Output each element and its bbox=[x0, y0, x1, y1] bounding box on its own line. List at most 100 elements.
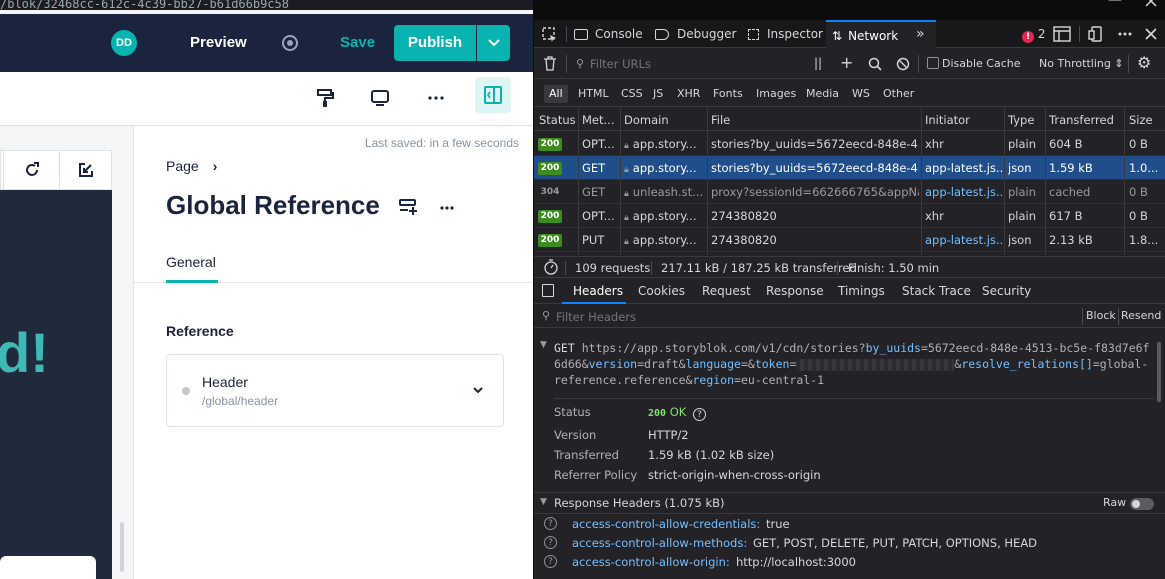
publish-button[interactable]: Publish bbox=[394, 25, 476, 61]
col-domain[interactable]: Domain bbox=[624, 113, 669, 127]
lock-icon: 🔒︎ bbox=[624, 237, 629, 247]
request-url[interactable]: GET https://app.storyblok.com/v1/cdn/sto… bbox=[554, 340, 1154, 388]
block-button[interactable]: Block bbox=[1086, 309, 1116, 322]
save-button[interactable]: Save bbox=[340, 34, 375, 51]
help-icon[interactable]: ? bbox=[544, 555, 557, 568]
type-filter-ws[interactable]: WS bbox=[847, 85, 875, 103]
tab-response[interactable]: Response bbox=[766, 284, 824, 298]
header-row[interactable]: ? access-control-allow-methods: GET, POST,… bbox=[534, 534, 1165, 553]
type-filter-html[interactable]: HTML bbox=[573, 85, 614, 103]
column-divider[interactable] bbox=[1004, 108, 1005, 255]
col-type[interactable]: Type bbox=[1008, 113, 1034, 127]
avatar[interactable]: DD bbox=[111, 30, 137, 56]
element-picker-icon[interactable] bbox=[542, 27, 558, 43]
tab-timings[interactable]: Timings bbox=[838, 284, 885, 298]
trash-icon[interactable] bbox=[543, 56, 557, 71]
tab-cookies[interactable]: Cookies bbox=[638, 284, 685, 298]
type-filter-xhr[interactable]: XHR bbox=[672, 85, 705, 103]
block-icon[interactable] bbox=[896, 57, 910, 71]
more-icon[interactable] bbox=[440, 206, 454, 210]
column-divider[interactable] bbox=[620, 108, 621, 255]
error-badge[interactable]: ! 2 bbox=[1022, 20, 1045, 48]
cell-size: 0 B bbox=[1129, 185, 1164, 199]
close-icon[interactable] bbox=[1144, 27, 1158, 41]
publish-dropdown-button[interactable] bbox=[477, 25, 510, 61]
request-row[interactable]: 200 GET 🔒︎ app.story... stories?by_uuids=567… bbox=[534, 156, 1165, 180]
sidebar-toggle-button[interactable] bbox=[475, 77, 511, 113]
status-toggle-icon[interactable] bbox=[282, 35, 298, 51]
external-link-icon[interactable] bbox=[77, 161, 95, 179]
tab-console[interactable]: Console bbox=[574, 20, 643, 48]
col-size[interactable]: Size bbox=[1129, 113, 1153, 127]
disable-cache-checkbox[interactable]: Disable Cache bbox=[927, 57, 1021, 70]
scrollbar[interactable] bbox=[1157, 342, 1161, 402]
header-row[interactable]: ? access-control-allow-origin: http://loca… bbox=[534, 553, 1165, 572]
more-options-icon[interactable] bbox=[1118, 32, 1132, 36]
more-icon[interactable] bbox=[424, 86, 448, 110]
responsive-icon[interactable] bbox=[1088, 26, 1104, 42]
type-filter-fonts[interactable]: Fonts bbox=[708, 85, 748, 103]
paint-roller-icon[interactable] bbox=[313, 86, 337, 110]
filter-headers-input[interactable] bbox=[556, 308, 756, 325]
help-icon[interactable]: ? bbox=[544, 536, 557, 549]
help-icon[interactable]: ? bbox=[692, 408, 706, 421]
tab-inspector[interactable]: Inspector bbox=[748, 20, 823, 48]
minimize-icon[interactable]: — bbox=[1108, 0, 1122, 8]
tab-debugger[interactable]: Debugger bbox=[655, 20, 736, 48]
col-transferred[interactable]: Transferred bbox=[1049, 113, 1114, 127]
gear-icon[interactable]: ⚙ bbox=[1137, 53, 1151, 72]
column-divider[interactable] bbox=[1124, 108, 1125, 255]
column-divider[interactable] bbox=[1045, 108, 1046, 255]
col-file[interactable]: File bbox=[711, 113, 730, 127]
tab-stack-trace[interactable]: Stack Trace bbox=[902, 284, 971, 298]
dock-icon[interactable] bbox=[1053, 26, 1071, 42]
type-filter-other[interactable]: Other bbox=[878, 85, 919, 103]
pause-icon[interactable]: || bbox=[814, 56, 822, 70]
tab-security[interactable]: Security bbox=[982, 284, 1031, 298]
column-divider[interactable] bbox=[921, 108, 922, 255]
url-bar[interactable]: /blok/32468cc-612c-4c39-bb27-b61d66b9c58 bbox=[0, 0, 533, 10]
column-divider[interactable] bbox=[578, 108, 579, 255]
request-row[interactable]: 304 GET 🔒︎ unleash.st... proxy?sessionId=662… bbox=[534, 180, 1165, 204]
tab-request[interactable]: Request bbox=[702, 284, 751, 298]
cell-type: json bbox=[1008, 233, 1046, 247]
collapse-arrow-icon[interactable]: ▼ bbox=[540, 497, 547, 507]
search-icon[interactable] bbox=[868, 57, 882, 71]
expand-arrow-icon[interactable]: ▼ bbox=[540, 340, 547, 350]
header-row[interactable]: ? access-control-allow-credentials: true bbox=[534, 515, 1165, 534]
col-status[interactable]: Status bbox=[539, 113, 576, 127]
type-filter-js[interactable]: JS bbox=[648, 85, 668, 103]
type-filter-css[interactable]: CSS bbox=[616, 85, 648, 103]
request-row[interactable]: 200 PUT 🔒︎ app.story... 274380820 app-latest.… bbox=[534, 228, 1165, 252]
response-headers-bar[interactable]: ▼ Response Headers (1.075 kB) Raw bbox=[534, 492, 1165, 514]
toggle-sidebar-icon[interactable] bbox=[542, 284, 554, 297]
help-icon[interactable]: ? bbox=[544, 517, 557, 530]
tab-headers[interactable]: Headers bbox=[573, 284, 623, 298]
refresh-icon[interactable] bbox=[23, 161, 41, 179]
stopwatch-icon[interactable] bbox=[543, 259, 559, 275]
close-window-icon[interactable] bbox=[1144, 0, 1158, 8]
type-filter-images[interactable]: Images bbox=[751, 85, 801, 103]
raw-toggle[interactable] bbox=[1130, 498, 1154, 510]
column-divider[interactable] bbox=[707, 108, 708, 255]
preview-button[interactable]: Preview bbox=[190, 34, 247, 51]
type-filter-media[interactable]: Media bbox=[801, 85, 844, 103]
reference-select[interactable]: Header /global/header bbox=[166, 354, 504, 427]
filter-urls-input[interactable] bbox=[590, 55, 800, 73]
add-block-icon[interactable] bbox=[399, 198, 419, 216]
type-filter-all[interactable]: All bbox=[544, 85, 568, 103]
tab-general[interactable]: General bbox=[166, 254, 216, 270]
request-row[interactable]: 200 OPT... 🔒︎ app.story... stories?by_uuids=… bbox=[534, 132, 1165, 156]
more-tabs-icon[interactable]: » bbox=[916, 20, 925, 48]
comment-icon[interactable] bbox=[368, 86, 392, 110]
storyblok-editor: /blok/32468cc-612c-4c39-bb27-b61d66b9c58… bbox=[0, 0, 533, 579]
request-row[interactable]: 200 OPT... 🔒︎ app.story... 274380820 xhr plain… bbox=[534, 204, 1165, 228]
redacted-token bbox=[796, 358, 955, 371]
throttling-select[interactable]: No Throttling ⇕ bbox=[1039, 57, 1124, 70]
resend-button[interactable]: Resend bbox=[1121, 309, 1161, 322]
col-method[interactable]: Met... bbox=[582, 113, 614, 127]
add-icon[interactable]: + bbox=[840, 53, 853, 72]
col-initiator[interactable]: Initiator bbox=[925, 113, 970, 127]
scrollbar[interactable] bbox=[120, 522, 124, 572]
breadcrumb[interactable]: Page › bbox=[166, 158, 217, 174]
